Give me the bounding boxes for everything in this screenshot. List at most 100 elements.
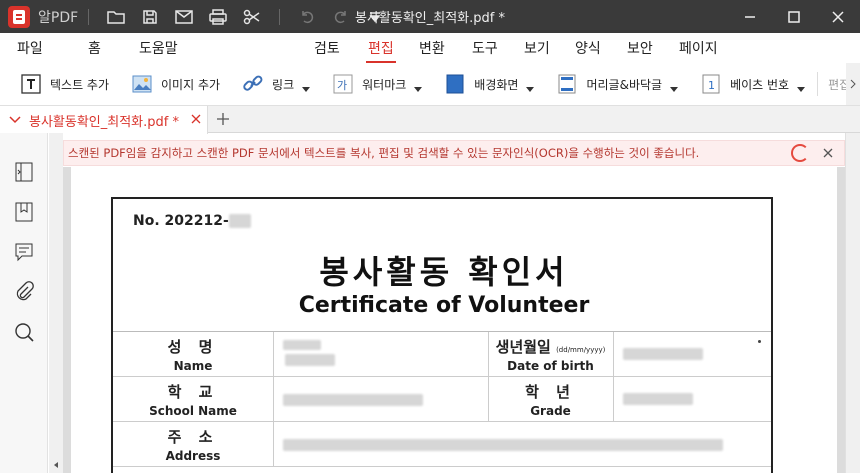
menu-page[interactable]: 페이지	[679, 38, 718, 58]
link-dropdown-icon[interactable]	[302, 86, 311, 92]
certificate-title-en: Certificate of Volunteer	[298, 293, 590, 318]
tab-document[interactable]: 봉사활동확인_최적화.pdf *	[0, 106, 208, 134]
grade-label: 학 년 Grade	[488, 377, 613, 422]
bates-number-button[interactable]: 1 베이츠 번호	[686, 63, 813, 105]
menu-bar: 파일 홈 도움말 검토 편집 변환 도구 보기 양식 보안 페이지	[0, 33, 860, 63]
background-dropdown-icon[interactable]	[526, 86, 535, 92]
background-button[interactable]: 배경화면	[430, 63, 542, 105]
birth-label-ko-text: 생년월일	[495, 338, 551, 356]
save-icon[interactable]	[137, 4, 163, 30]
panel-toggle-icon[interactable]	[13, 161, 35, 183]
close-icon[interactable]	[816, 0, 860, 33]
menu-view[interactable]: 보기	[524, 38, 550, 58]
add-text-button[interactable]: 텍스트 추가	[0, 63, 117, 105]
add-image-button[interactable]: 이미지 추가	[117, 63, 228, 105]
grade-label-en: Grade	[530, 404, 571, 418]
toolbar-scroll-right[interactable]	[846, 63, 860, 105]
divider	[613, 332, 614, 377]
menu-review[interactable]: 검토	[314, 38, 340, 58]
header-footer-button[interactable]: 머리글&바닥글	[542, 63, 686, 105]
link-icon	[242, 73, 264, 95]
comment-icon[interactable]	[13, 241, 35, 263]
minimize-icon[interactable]	[728, 0, 772, 33]
name-label-ko: 성 명	[167, 338, 219, 356]
attachment-icon[interactable]	[13, 281, 35, 303]
text-icon	[20, 73, 42, 95]
background-label: 배경화면	[474, 77, 519, 92]
school-label-en: School Name	[149, 404, 237, 418]
birth-format-hint: (dd/mm/yyyy)	[556, 346, 606, 354]
undo-icon[interactable]	[294, 4, 320, 30]
redacted-value	[283, 394, 423, 406]
menu-file[interactable]: 파일	[17, 38, 43, 58]
menu-form[interactable]: 양식	[575, 38, 601, 58]
add-image-label: 이미지 추가	[161, 77, 221, 92]
scissors-icon[interactable]	[239, 4, 265, 30]
add-tab-icon[interactable]	[214, 110, 232, 128]
certificate-number-text: No. 202212-	[133, 213, 229, 229]
bates-dropdown-icon[interactable]	[797, 86, 806, 92]
menu-security[interactable]: 보안	[627, 38, 653, 58]
left-scrollbar[interactable]	[49, 133, 63, 473]
ocr-loading-icon	[791, 144, 809, 162]
redo-icon[interactable]	[328, 4, 354, 30]
address-label: 주 소 Address	[113, 422, 273, 467]
divider	[613, 377, 614, 422]
background-icon	[444, 73, 466, 95]
watermark-label: 워터마크	[362, 77, 407, 92]
redacted-value	[285, 354, 335, 366]
birth-label: 생년월일 (dd/mm/yyyy) Date of birth	[488, 332, 613, 377]
certificate-title-ko: 봉사활동 확인서	[319, 253, 569, 291]
divider	[279, 8, 281, 25]
open-folder-icon[interactable]	[103, 4, 129, 30]
table-row: 학 교 School Name 학 년 Grade	[113, 377, 771, 422]
print-icon[interactable]	[205, 4, 231, 30]
document-viewer[interactable]: No. 202212- 봉사활동 확인서 Certificate of Volu…	[63, 167, 845, 473]
svg-text:1: 1	[708, 79, 715, 92]
menu-edit[interactable]: 편집	[366, 38, 396, 63]
address-label-ko: 주 소	[167, 428, 219, 446]
address-label-en: Address	[165, 449, 221, 463]
vertical-scrollbar[interactable]	[845, 133, 860, 473]
svg-text:가: 가	[337, 79, 347, 92]
certificate-frame: No. 202212- 봉사활동 확인서 Certificate of Volu…	[111, 197, 773, 473]
search-icon[interactable]	[13, 321, 35, 343]
quick-access-dropdown-icon[interactable]	[362, 4, 388, 30]
close-icon[interactable]	[822, 147, 834, 159]
close-tab-icon[interactable]	[189, 112, 203, 126]
menu-convert[interactable]: 변환	[419, 38, 445, 58]
menu-help[interactable]: 도움말	[139, 38, 178, 58]
bates-number-label: 베이츠 번호	[730, 77, 790, 92]
redacted-value	[283, 439, 723, 451]
menu-tools[interactable]: 도구	[472, 38, 498, 58]
watermark-icon: 가	[332, 73, 354, 95]
app-logo-icon[interactable]	[8, 5, 30, 28]
birth-label-ko: 생년월일 (dd/mm/yyyy)	[488, 336, 613, 357]
certificate-table: 성 명 Name 생년월일 (dd/mm/yyyy) Date of birth	[113, 331, 771, 467]
document-tabs: 봉사활동확인_최적화.pdf *	[0, 105, 860, 134]
pdf-page: No. 202212- 봉사활동 확인서 Certificate of Volu…	[71, 167, 837, 473]
scan-speck	[758, 340, 761, 343]
add-text-label: 텍스트 추가	[50, 77, 110, 92]
redacted-value	[283, 340, 321, 350]
birth-label-en: Date of birth	[507, 359, 594, 373]
school-label: 학 교 School Name	[113, 377, 273, 422]
name-label: 성 명 Name	[113, 332, 273, 377]
maximize-icon[interactable]	[772, 0, 816, 33]
menu-home[interactable]: 홈	[88, 38, 101, 58]
redacted-value	[623, 393, 693, 405]
ocr-message[interactable]: 스캔된 PDF임을 감지하고 스캔한 PDF 문서에서 텍스트를 복사, 편집 …	[68, 145, 699, 161]
watermark-button[interactable]: 가 워터마크	[318, 63, 430, 105]
title-bar: 알PDF 봉사활동확인_최적화.pdf *	[0, 0, 860, 33]
chevron-down-icon[interactable]	[9, 116, 21, 124]
header-footer-dropdown-icon[interactable]	[670, 86, 679, 92]
image-icon	[131, 73, 153, 95]
link-button[interactable]: 링크	[228, 63, 318, 105]
link-label: 링크	[272, 77, 295, 92]
watermark-dropdown-icon[interactable]	[414, 86, 423, 92]
mail-icon[interactable]	[171, 4, 197, 30]
redacted-value	[228, 214, 251, 228]
bookmark-icon[interactable]	[13, 201, 35, 223]
ocr-notice: 스캔된 PDF임을 감지하고 스캔한 PDF 문서에서 텍스트를 복사, 편집 …	[63, 140, 845, 166]
divider	[88, 8, 90, 25]
